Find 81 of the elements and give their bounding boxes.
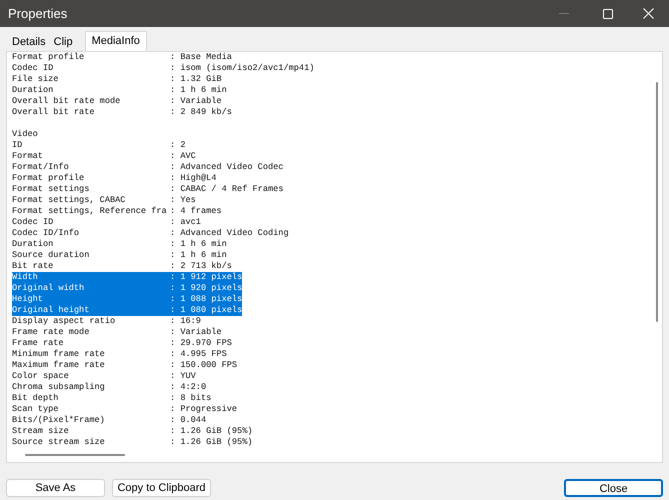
property-value: : 4.995 FPS (170, 349, 227, 360)
property-value: : Variable (170, 327, 222, 338)
close-icon[interactable] (643, 8, 654, 19)
dialog-button[interactable]: Copy to Clipboard (112, 479, 211, 497)
property-label: Frame rate mode (12, 327, 90, 338)
dialog-button[interactable]: Close (564, 479, 663, 497)
property-label: ID (12, 140, 24, 151)
property-label: Format profile (12, 52, 86, 63)
property-label: Source duration (12, 250, 90, 261)
property-value: : 1 h 6 min (170, 85, 227, 96)
property-value: : 8 bits (170, 393, 212, 404)
property-value: : YUV (170, 371, 196, 382)
property-label: Bit depth (12, 393, 60, 404)
property-value: : avc1 (170, 217, 201, 228)
property-label: Format profile (12, 173, 86, 184)
property-label: Duration (12, 239, 54, 250)
property-value: : 16:9 (170, 316, 201, 327)
property-label: Chroma subsampling (12, 382, 106, 393)
tab[interactable]: Clip (50, 34, 77, 51)
property-value: : Advanced Video Coding (170, 228, 289, 239)
property-value: : 1.26 GiB (95%) (170, 426, 253, 437)
property-label: Minimum frame rate (12, 349, 106, 360)
property-value: : 0.044 (170, 415, 206, 426)
property-value: : 1 080 pixels (170, 305, 242, 316)
property-value: : 2 (170, 140, 186, 151)
window-title: Properties (8, 4, 68, 23)
property-label: Original height (12, 305, 90, 316)
property-label: Scan type (12, 404, 60, 415)
property-value: : Yes (170, 195, 196, 206)
property-label: Display aspect ratio (12, 316, 116, 327)
property-value: : AVC (170, 151, 196, 162)
property-label: Overall bit rate mode (12, 96, 122, 107)
property-label: Maximum frame rate (12, 360, 106, 371)
property-value: : isom (isom/iso2/avc1/mp41) (170, 63, 314, 74)
property-value: : 1 h 6 min (170, 239, 227, 250)
property-value: : Advanced Video Codec (170, 162, 284, 173)
property-value: : 2 713 kb/s (170, 261, 232, 272)
property-value: : 1 912 pixels (170, 272, 242, 283)
minimize-icon[interactable] (559, 12, 569, 14)
property-label: Codec ID (12, 63, 54, 74)
property-label: Codec ID (12, 217, 54, 228)
property-label: Stream size (12, 426, 70, 437)
property-value: : CABAC / 4 Ref Frames (170, 184, 284, 195)
tab[interactable]: MediaInfo (84, 31, 147, 51)
property-label: Original width (12, 283, 86, 294)
property-label: Width (12, 272, 39, 283)
property-value: : 2 849 kb/s (170, 107, 232, 118)
property-value: : High@L4 (170, 173, 216, 184)
property-label: Format/Info (12, 162, 70, 173)
maximize-icon[interactable] (603, 8, 613, 18)
tab[interactable]: Details (8, 34, 50, 51)
property-label: Codec ID/Info (12, 228, 80, 239)
property-label: Format settings, Reference fra (12, 206, 168, 217)
property-label: Bit rate (12, 261, 54, 272)
property-value: : Base Media (170, 52, 232, 63)
property-label: Bits/(Pixel*Frame) (12, 415, 106, 426)
property-label: File size (12, 74, 60, 85)
property-label: Format settings, CABAC (12, 195, 126, 206)
property-value: : 29.970 FPS (170, 338, 232, 349)
property-value: : 150.000 FPS (170, 360, 238, 371)
property-label: Overall bit rate (12, 107, 96, 118)
property-label: Format settings (12, 184, 90, 195)
property-label: Source stream size (12, 437, 106, 448)
property-value: : 1 088 pixels (170, 294, 242, 305)
vertical-scrollbar[interactable] (656, 82, 658, 322)
dialog-button[interactable]: Save As (6, 479, 105, 497)
property-value: : 1 920 pixels (170, 283, 242, 294)
property-label: Format (12, 151, 44, 162)
section-heading: Video (12, 129, 38, 139)
property-label: Duration (12, 85, 54, 96)
property-value: : Variable (170, 96, 222, 107)
property-value: : 4 frames (170, 206, 222, 217)
property-value: : 1.32 GiB (170, 74, 222, 85)
property-label: Frame rate (12, 338, 65, 349)
property-value: : 1 h 6 min (170, 250, 227, 261)
property-label: Color space (12, 371, 70, 382)
property-label: Height (12, 294, 44, 305)
property-value: : 1.26 GiB (95%) (170, 437, 253, 448)
property-value: : 4:2:0 (170, 382, 206, 393)
property-value: : Progressive (170, 404, 238, 415)
horizontal-scrollbar[interactable] (25, 454, 125, 456)
